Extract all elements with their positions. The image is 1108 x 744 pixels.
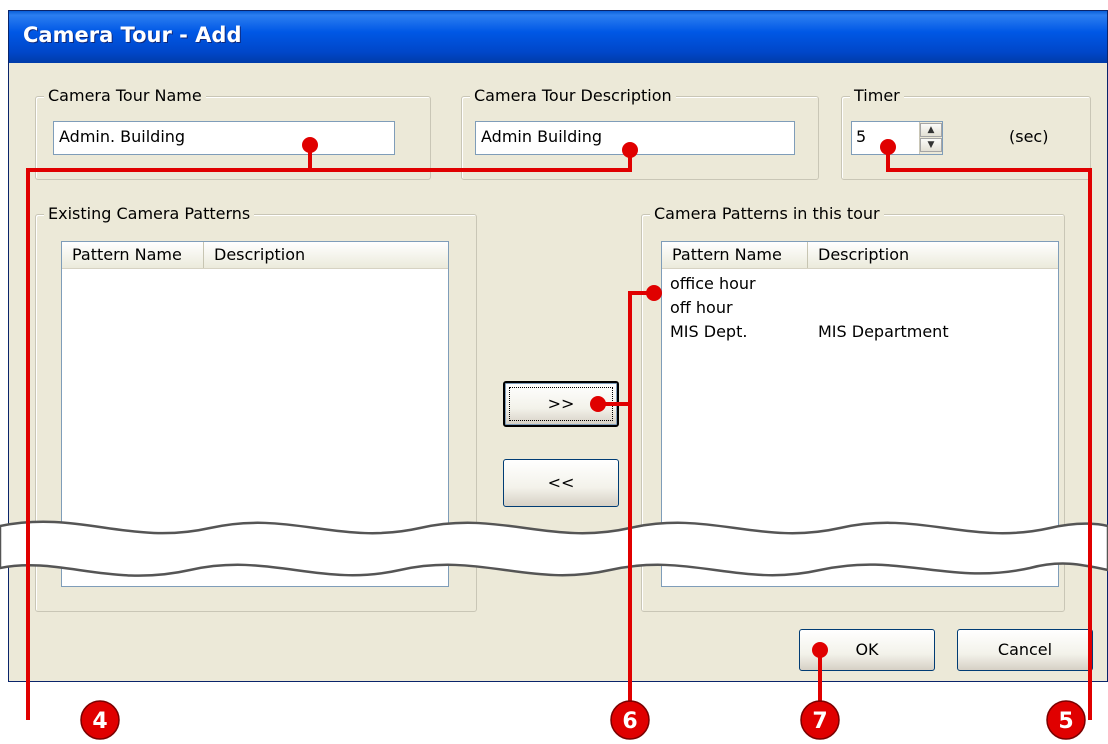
list-item[interactable]: office hour — [662, 272, 1058, 296]
spin-up-button[interactable]: ▲ — [920, 123, 942, 137]
tour-description-label: Camera Tour Description — [470, 86, 676, 105]
column-pattern-name[interactable]: Pattern Name — [62, 242, 204, 268]
remove-pattern-button[interactable]: << — [503, 459, 619, 507]
ok-button[interactable]: OK — [799, 629, 935, 671]
pattern-description: MIS Department — [818, 322, 949, 341]
existing-patterns-header: Pattern Name Description — [62, 242, 448, 269]
tour-patterns-header: Pattern Name Description — [662, 242, 1058, 269]
pattern-name: off hour — [670, 298, 733, 317]
timer-spinner: ▲ ▼ — [919, 122, 942, 154]
tour-patterns-label: Camera Patterns in this tour — [650, 204, 884, 223]
callout-6-number: 6 — [622, 709, 637, 734]
tour-name-input[interactable]: Admin. Building — [53, 121, 395, 155]
timer-value: 5 — [856, 127, 867, 146]
column-description[interactable]: Description — [808, 242, 1058, 268]
cancel-label: Cancel — [997, 640, 1053, 659]
title-bar[interactable]: Camera Tour - Add — [9, 11, 1107, 63]
pattern-name: MIS Dept. — [670, 322, 748, 341]
window-title: Camera Tour - Add — [23, 23, 242, 47]
list-item[interactable]: MIS Dept. MIS Department — [662, 320, 1058, 344]
callout-badge-7 — [800, 700, 840, 740]
timer-label: Timer — [850, 86, 904, 105]
spin-down-button[interactable]: ▼ — [920, 138, 942, 152]
column-pattern-name[interactable]: Pattern Name — [662, 242, 808, 268]
add-pattern-button[interactable]: >> — [503, 381, 619, 427]
pattern-name: office hour — [670, 274, 756, 293]
focus-rect — [509, 387, 613, 421]
ok-label: OK — [855, 640, 879, 659]
existing-patterns-label: Existing Camera Patterns — [44, 204, 255, 223]
tour-description-input[interactable]: Admin Building — [475, 121, 795, 155]
callout-7-number: 7 — [812, 709, 827, 734]
callout-badge-5 — [1046, 700, 1086, 740]
remove-pattern-label: << — [547, 473, 575, 492]
timer-unit: (sec) — [1009, 127, 1049, 146]
tour-name-label: Camera Tour Name — [44, 86, 206, 105]
truncation-wave — [0, 520, 1108, 577]
callout-badge-4 — [80, 700, 120, 740]
callout-badge-6 — [610, 700, 650, 740]
column-description[interactable]: Description — [204, 242, 448, 268]
callout-5-number: 5 — [1058, 709, 1073, 734]
cancel-button[interactable]: Cancel — [957, 629, 1093, 671]
list-item[interactable]: off hour — [662, 296, 1058, 320]
callout-4-number: 4 — [92, 709, 107, 734]
